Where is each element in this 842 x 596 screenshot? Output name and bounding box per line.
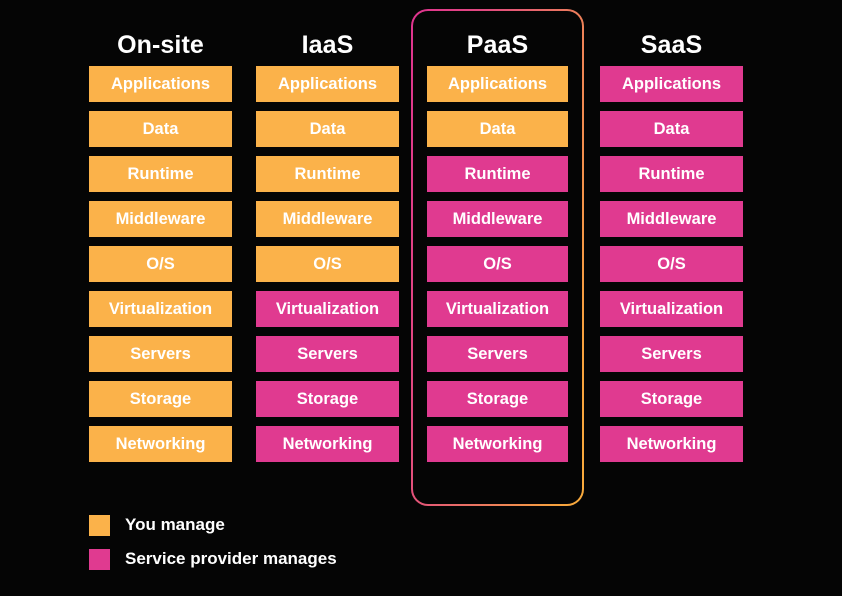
layer-box: Servers [89,336,232,372]
layer-box: Networking [427,426,568,462]
layer-box: Storage [427,381,568,417]
layer-box: Applications [600,66,743,102]
layer-box: Applications [256,66,399,102]
column-title: PaaS [466,31,529,59]
layer-box: Applications [89,66,232,102]
column-on-site: On-site Applications Data Runtime Middleware… [89,24,232,471]
layer-box: Middleware [89,201,232,237]
layer-box: Middleware [600,201,743,237]
legend-color-swatch [89,514,110,536]
layer-box: Virtualization [256,291,399,327]
layer-box: Servers [256,336,399,372]
layer-box: Data [427,111,568,147]
column-saas: SaaS Applications Data Runtime Middleware O/S… [600,24,743,471]
column-iaas: IaaS Applications Data Runtime Middleware O/S… [256,24,399,471]
layer-box: Data [89,111,232,147]
layer-box: Runtime [600,156,743,192]
layer-box: Storage [256,381,399,417]
layer-box: Networking [600,426,743,462]
layer-box: Applications [427,66,568,102]
legend-label: You manage [125,515,225,534]
legend: You manage Service provider manages [89,514,337,582]
column-title: SaaS [640,31,703,59]
legend-item: Service provider manages [89,548,337,570]
layer-box: Runtime [89,156,232,192]
cloud-responsibility-diagram: On-site Applications Data Runtime Middleware… [0,0,842,596]
column-title: On-site [117,31,204,59]
layer-box: O/S [427,246,568,282]
layer-box: Virtualization [89,291,232,327]
layer-box: O/S [256,246,399,282]
layer-box: Middleware [427,201,568,237]
column-title: IaaS [301,31,354,59]
layer-box: O/S [89,246,232,282]
layer-box: Storage [600,381,743,417]
layer-box: Data [256,111,399,147]
layer-box: Runtime [427,156,568,192]
legend-item: You manage [89,514,337,536]
layer-box: Data [600,111,743,147]
layer-box: Networking [256,426,399,462]
layer-box: Runtime [256,156,399,192]
legend-color-swatch [89,548,110,570]
layer-box: Virtualization [427,291,568,327]
column-paas: PaaS Applications Data Runtime Middleware O/S… [427,24,568,471]
layer-box: O/S [600,246,743,282]
legend-label: Service provider manages [125,549,337,568]
layer-box: Storage [89,381,232,417]
layer-box: Networking [89,426,232,462]
layer-box: Virtualization [600,291,743,327]
layer-box: Servers [600,336,743,372]
layer-box: Middleware [256,201,399,237]
service-model-columns: On-site Applications Data Runtime Middleware… [0,0,842,596]
layer-box: Servers [427,336,568,372]
